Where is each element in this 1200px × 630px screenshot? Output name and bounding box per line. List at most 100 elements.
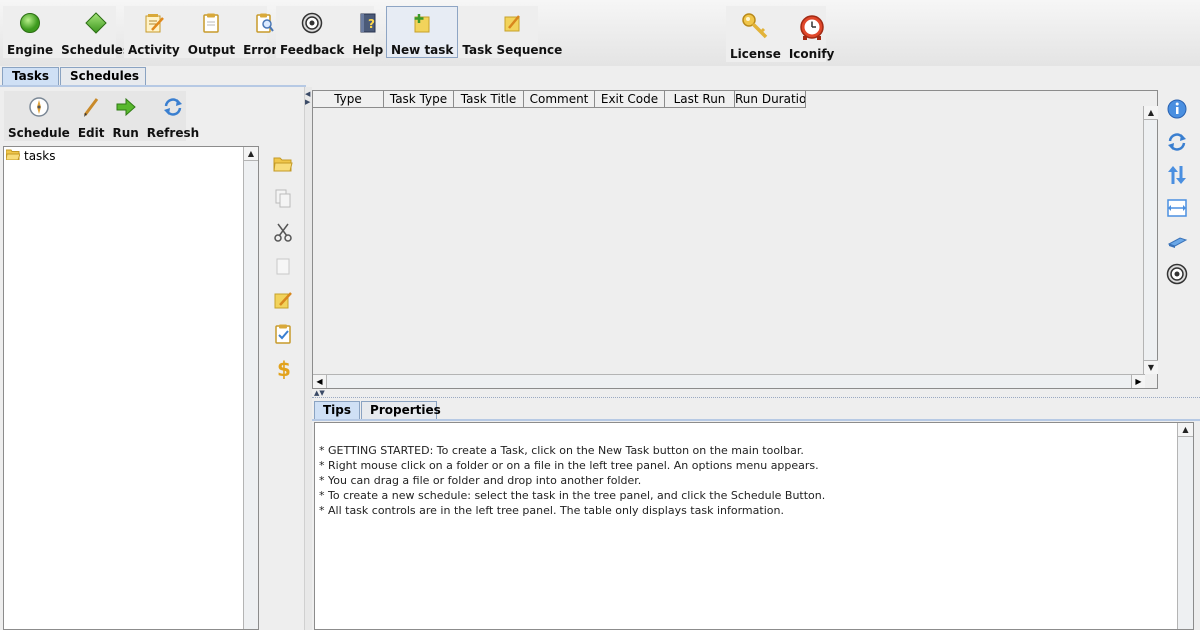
splitter-arrows-icon[interactable]: ▲▼ [314,389,325,397]
toolbar-group-support: Feedback ? Help [276,6,383,58]
help-button[interactable]: ? Help [348,6,387,58]
output-button[interactable]: Output [184,6,239,58]
paste-icon[interactable] [266,249,300,283]
schedule-label: Schedule [8,126,70,140]
column-header-run-duration[interactable]: Run Duration [735,91,806,108]
alarm-clock-icon [797,11,827,41]
sort-arrows-icon[interactable] [1160,158,1194,191]
horizontal-splitter[interactable]: ▲▼ [312,389,1200,398]
tab-schedules[interactable]: Schedules [60,67,147,86]
tab-properties[interactable]: Properties [361,401,441,420]
activity-label: Activity [128,43,180,57]
tips-panel: * GETTING STARTED: To create a Task, cli… [314,422,1194,630]
toolbar-group-engine: Engine Schedules [3,6,130,58]
expand-right-arrow-icon[interactable]: ▶ [305,99,310,106]
task-toolbar: Schedule Edit Run Refresh [4,91,199,141]
scroll-up-arrow-icon[interactable]: ▲ [1178,423,1193,437]
green-arrow-icon [114,95,138,119]
main-toolbar: Engine Schedules Activity Output Errors … [0,0,1200,66]
activity-button[interactable]: Activity [124,6,184,58]
run-label: Run [112,126,139,140]
scroll-up-arrow-icon[interactable]: ▲ [1144,106,1158,120]
engine-button[interactable]: Engine [3,6,57,58]
tip-line: * You can drag a file or folder and drop… [319,474,642,487]
help-book-icon: ? [356,11,380,35]
new-task-button[interactable]: New task [386,6,459,58]
eraser-icon[interactable] [1160,224,1194,257]
clipboard-icon [199,11,223,35]
help-label: Help [352,43,384,57]
pencil-icon [79,95,103,119]
bottom-tab-strip: Tips Properties [314,401,441,420]
scroll-down-arrow-icon[interactable]: ▼ [1144,360,1158,374]
column-header-exit-code[interactable]: Exit Code [595,91,665,108]
info-icon[interactable] [1160,92,1194,125]
vertical-splitter[interactable]: ◀ ▶ [304,87,312,630]
target-icon[interactable] [1160,257,1194,290]
toolbar-group-app: License Iconify [726,6,834,62]
fit-columns-icon[interactable] [1160,191,1194,224]
table-horizontal-scrollbar[interactable]: ◀ ▶ [313,374,1145,388]
column-header-type[interactable]: Type [313,91,384,108]
scroll-left-arrow-icon[interactable]: ◀ [313,375,327,388]
tab-tasks[interactable]: Tasks [2,67,60,86]
scroll-up-arrow-icon[interactable]: ▲ [244,147,258,161]
refresh-icon [161,95,185,119]
refresh-table-icon[interactable] [1160,125,1194,158]
output-label: Output [187,43,236,57]
edit-note-icon[interactable] [266,283,300,317]
target-icon [300,11,324,35]
tree-vertical-scrollbar[interactable]: ▲ [243,147,258,629]
license-button[interactable]: License [726,6,785,62]
svg-text:$: $ [277,357,291,379]
compass-icon [27,95,51,119]
column-header-comment[interactable]: Comment [524,91,595,108]
run-button[interactable]: Run [108,91,142,141]
table-action-icons [1160,92,1194,290]
green-circle-icon [18,11,42,35]
tip-line: * Right mouse click on a folder or on a … [319,459,819,472]
task-tree-pane: Schedule Edit Run Refresh tasks ▲ $ [0,87,304,630]
tree-node-tasks[interactable]: tasks [5,149,56,163]
refresh-label: Refresh [146,126,200,140]
tree-node-label: tasks [24,149,56,163]
folder-open-icon [5,149,21,163]
iconify-button[interactable]: Iconify [785,6,839,62]
task-sequence-button[interactable]: Task Sequence [458,6,566,58]
iconify-label: Iconify [788,47,835,61]
task-tree[interactable]: tasks ▲ [3,146,259,630]
schedules-button[interactable]: Schedules [57,6,134,58]
refresh-button[interactable]: Refresh [143,91,203,141]
main-tab-strip: Tasks Schedules [2,67,147,86]
toolbar-group-tasks: New task Task Sequence [386,6,562,58]
cut-icon[interactable] [266,215,300,249]
tips-text: * GETTING STARTED: To create a Task, cli… [319,443,825,518]
clipboard-search-icon [252,11,276,35]
bottom-tab-underline [312,419,1200,421]
collapse-left-arrow-icon[interactable]: ◀ [305,91,310,98]
tips-vertical-scrollbar[interactable]: ▲ [1177,423,1193,629]
tree-action-icons: $ [266,147,300,385]
engine-label: Engine [7,43,54,57]
toolbar-group-logs: Activity Output Errors [124,6,284,58]
copy-icon[interactable] [266,181,300,215]
dollar-icon[interactable]: $ [266,351,300,385]
table-vertical-scrollbar[interactable]: ▲ ▼ [1143,106,1158,374]
column-header-task-type[interactable]: Task Type [384,91,454,108]
column-header-last-run[interactable]: Last Run [665,91,735,108]
tip-line: * GETTING STARTED: To create a Task, cli… [319,444,804,457]
key-icon [740,11,770,41]
clipboard-check-icon[interactable] [266,317,300,351]
edit-label: Edit [77,126,105,140]
scroll-right-arrow-icon[interactable]: ▶ [1131,375,1145,388]
open-folder-icon[interactable] [266,147,300,181]
schedule-button[interactable]: Schedule [4,91,74,141]
edit-button[interactable]: Edit [74,91,109,141]
feedback-button[interactable]: Feedback [276,6,348,58]
tab-tips[interactable]: Tips [314,401,361,420]
task-sequence-label: Task Sequence [462,43,563,57]
task-table[interactable]: Type Task Type Task Title Comment Exit C… [312,90,1158,389]
column-header-task-title[interactable]: Task Title [454,91,524,108]
new-task-label: New task [391,43,454,57]
tip-line: * All task controls are in the left tree… [319,504,784,517]
